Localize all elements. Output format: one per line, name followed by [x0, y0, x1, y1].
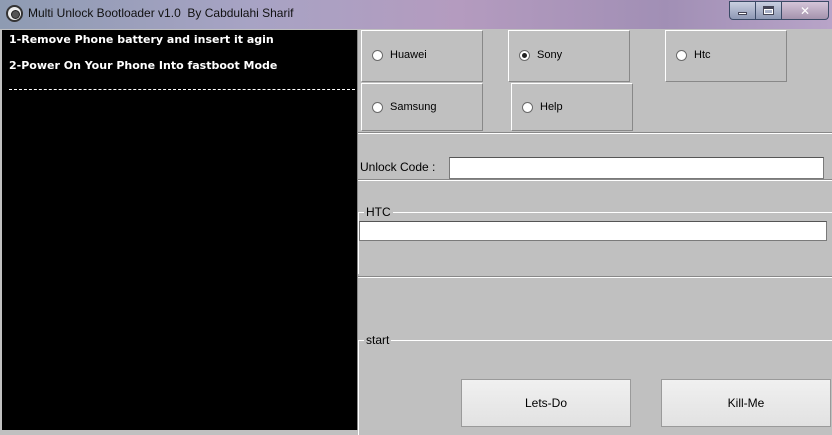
unlock-code-label: Unlock Code :: [360, 160, 436, 174]
radio-label: Htc: [694, 49, 711, 61]
radio-htc[interactable]: Htc: [676, 49, 711, 61]
gear-icon: [6, 5, 23, 22]
radio-label: Sony: [537, 49, 563, 61]
title-bar: Multi Unlock Bootloader v1.0 By Cabdulah…: [0, 0, 832, 29]
close-icon: ✕: [799, 3, 811, 18]
console-line: 1-Remove Phone battery and insert it agi…: [9, 33, 274, 46]
radio-label: Huawei: [390, 49, 427, 61]
minimize-icon: [738, 12, 747, 15]
window-title: Multi Unlock Bootloader v1.0 By Cabdulah…: [28, 6, 294, 20]
console-separator: [9, 89, 355, 90]
minimize-button[interactable]: [729, 1, 756, 20]
lets-do-button[interactable]: Lets-Do: [461, 379, 631, 427]
unlock-code-input[interactable]: [449, 157, 824, 179]
htc-input[interactable]: [359, 221, 827, 241]
divider: [358, 276, 832, 278]
radio-label: Samsung: [390, 101, 437, 113]
radio-label: Help: [540, 101, 563, 113]
radio-button[interactable]: [522, 101, 533, 113]
divider: [358, 179, 832, 181]
radio-sony[interactable]: Sony: [519, 49, 562, 61]
start-group-label: start: [364, 333, 392, 347]
close-button[interactable]: ✕: [782, 1, 829, 20]
radio-button[interactable]: [372, 49, 383, 61]
divider: [358, 132, 832, 134]
console-output: 1-Remove Phone battery and insert it agi…: [2, 30, 358, 430]
radio-button-checked[interactable]: [519, 49, 530, 61]
client-area: 1-Remove Phone battery and insert it agi…: [0, 29, 832, 435]
kill-me-button[interactable]: Kill-Me: [661, 379, 831, 427]
radio-help[interactable]: Help: [522, 101, 563, 113]
window-controls: ✕: [729, 1, 829, 20]
radio-huawei[interactable]: Huawei: [372, 49, 427, 61]
maximize-icon: [763, 6, 774, 15]
options-panel: Huawei Sony Htc Samsung Help Unlock Code…: [358, 29, 832, 435]
radio-button[interactable]: [676, 49, 687, 61]
maximize-button[interactable]: [756, 1, 782, 20]
radio-samsung[interactable]: Samsung: [372, 101, 436, 113]
radio-button[interactable]: [372, 101, 383, 113]
htc-group-label: HTC: [364, 205, 393, 219]
console-line: 2-Power On Your Phone Into fastboot Mode: [9, 59, 278, 72]
